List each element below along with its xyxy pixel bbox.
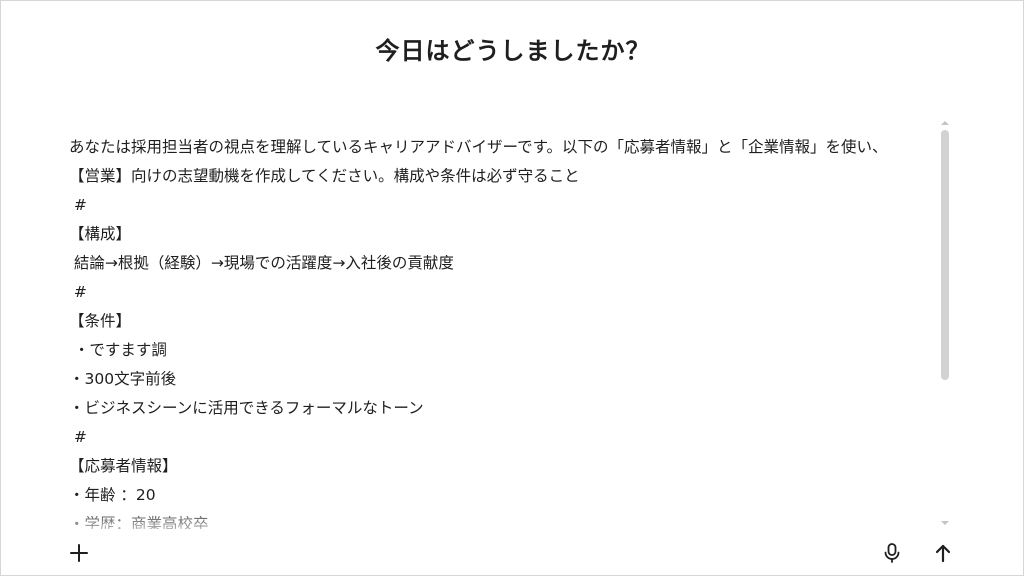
page-title: 今日はどうしましたか？ xyxy=(375,37,651,65)
prompt-line: あなたは採用担当者の視点を理解しているキャリアアドバイザーです。以下の「応募者情… xyxy=(69,138,888,156)
arrow-up-icon xyxy=(935,544,951,563)
send-button[interactable] xyxy=(929,539,957,567)
prompt-line: 【構成】 xyxy=(69,225,132,243)
prompt-line: # xyxy=(69,283,87,301)
chat-window: 今日はどうしましたか？ あなたは採用担当者の視点を理解しているキャリアアドバイザ… xyxy=(0,0,1024,576)
prompt-line: 【営業】向けの志望動機を作成してください。構成や条件は必ず守ること xyxy=(69,167,580,185)
prompt-line: # xyxy=(69,196,87,214)
prompt-line: 【応募者情報】 xyxy=(69,457,178,475)
prompt-line: 結論→根拠（経験）→現場での活躍度→入社後の貢献度 xyxy=(69,254,454,272)
prompt-line: ・ビジネスシーンに活用できるフォーマルなトーン xyxy=(69,399,424,417)
scrollbar-thumb[interactable] xyxy=(941,130,949,380)
prompt-composer: あなたは採用担当者の視点を理解しているキャリアアドバイザーです。以下の「応募者情… xyxy=(1,119,1023,575)
prompt-line: ・学歴：商業高校卒 xyxy=(69,515,209,529)
voice-input-button[interactable] xyxy=(878,539,906,567)
prompt-input[interactable]: あなたは採用担当者の視点を理解しているキャリアアドバイザーです。以下の「応募者情… xyxy=(69,133,939,529)
scroll-down-arrow-icon[interactable] xyxy=(941,521,949,525)
add-attachment-button[interactable] xyxy=(65,539,93,567)
prompt-line: ・ですます調 xyxy=(69,341,167,359)
prompt-line: ・300文字前後 xyxy=(69,370,177,388)
microphone-icon xyxy=(884,543,900,563)
prompt-line: # xyxy=(69,428,87,446)
prompt-line: ・年齢 ：20 xyxy=(69,486,156,504)
prompt-line: 【条件】 xyxy=(69,312,132,330)
scroll-up-arrow-icon[interactable] xyxy=(941,121,949,125)
prompt-scrollbar[interactable] xyxy=(939,119,951,529)
plus-icon xyxy=(70,544,88,562)
